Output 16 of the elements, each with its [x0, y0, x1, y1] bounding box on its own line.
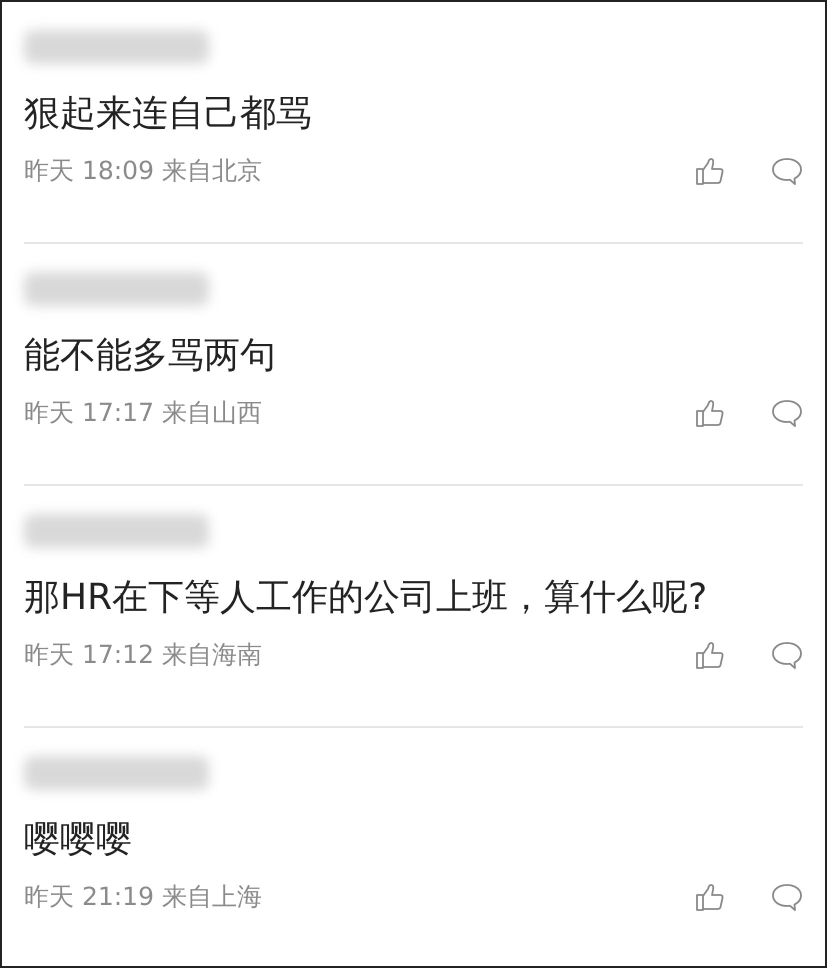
- comment-icon[interactable]: [771, 156, 803, 186]
- comment-meta: 昨天 18:09 来自北京: [24, 155, 263, 187]
- thumbs-up-icon[interactable]: [695, 398, 725, 428]
- comment-text: 那HR在下等人工作的公司上班，算什么呢?: [24, 576, 708, 620]
- comment-text: 狠起来连自己都骂: [24, 92, 313, 136]
- comment-meta: 昨天 21:19 来自上海: [24, 881, 263, 913]
- comment-text: 嘤嘤嘤: [24, 818, 133, 862]
- thumbs-up-icon[interactable]: [695, 640, 725, 670]
- comment-meta: 昨天 17:12 来自海南: [24, 639, 263, 671]
- comment-icon[interactable]: [771, 882, 803, 912]
- thumbs-up-icon[interactable]: [695, 156, 725, 186]
- comment-icon[interactable]: [771, 398, 803, 428]
- comment-meta: 昨天 17:17 来自山西: [24, 397, 263, 429]
- thumbs-up-icon[interactable]: [695, 882, 725, 912]
- comment-text: 能不能多骂两句: [24, 334, 277, 378]
- comment-icon[interactable]: [771, 640, 803, 670]
